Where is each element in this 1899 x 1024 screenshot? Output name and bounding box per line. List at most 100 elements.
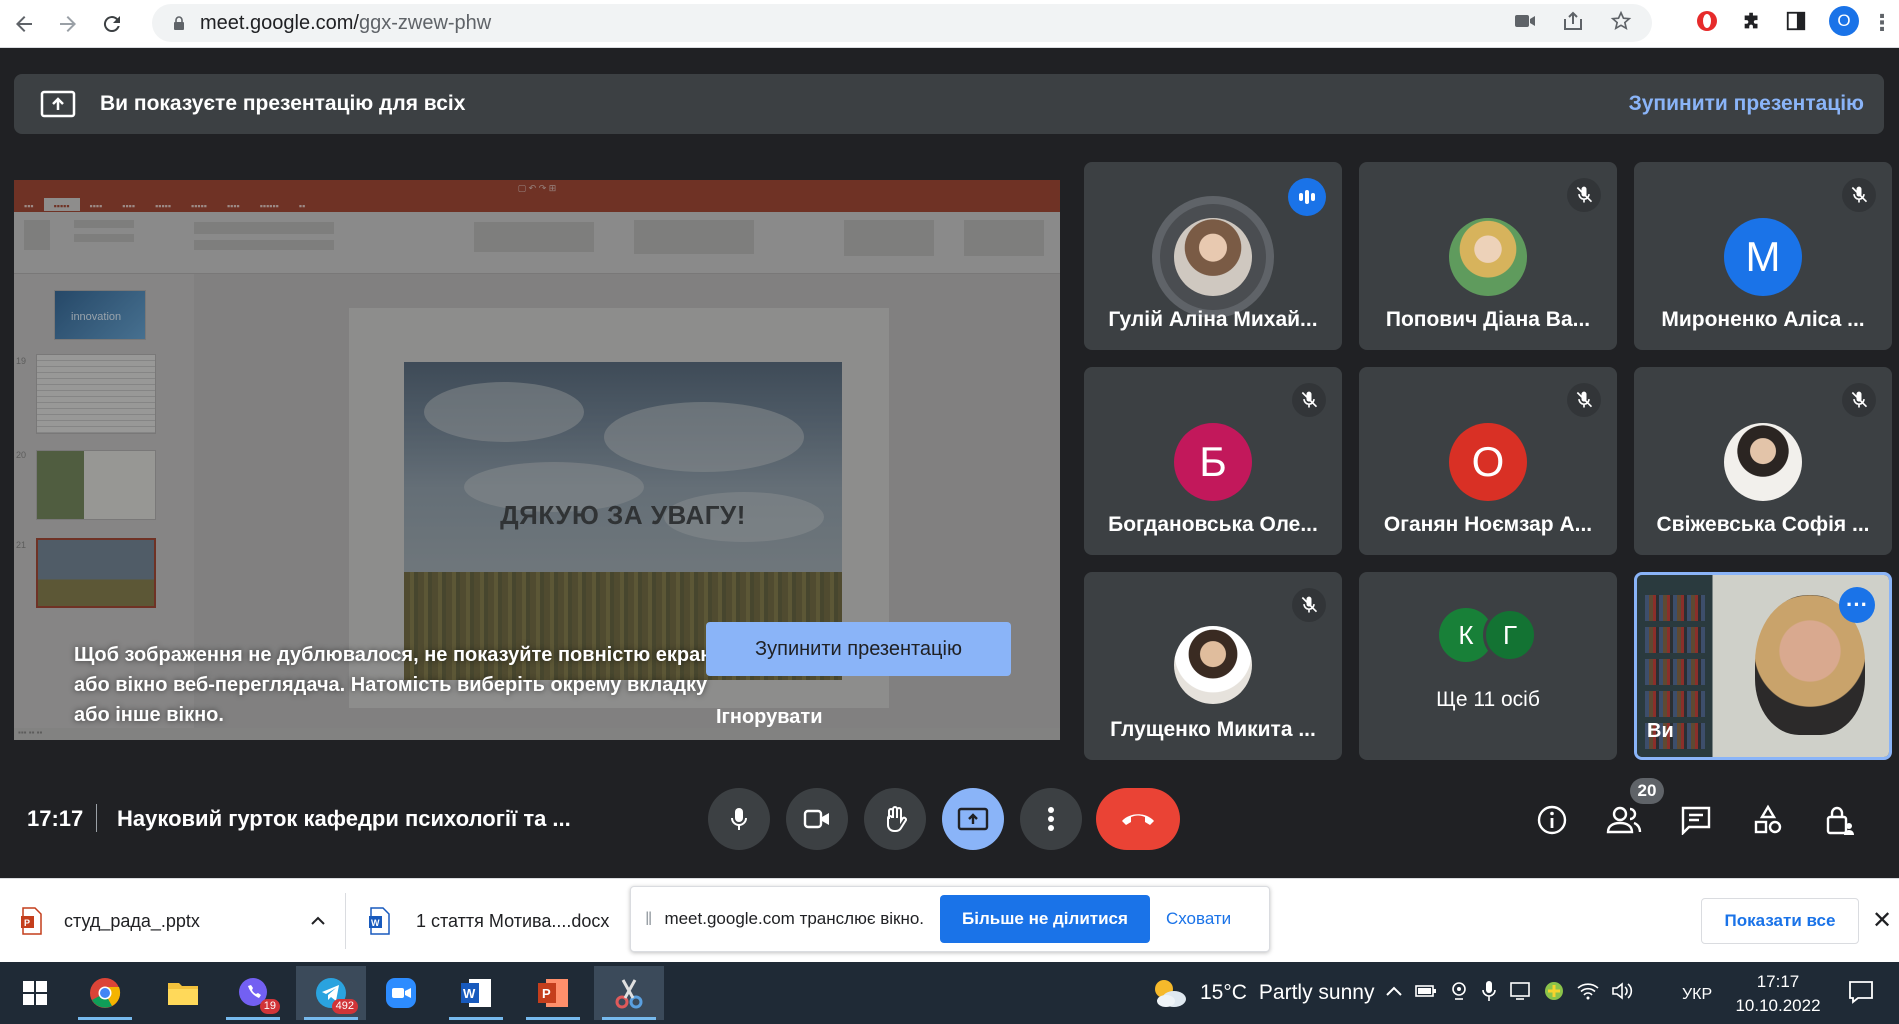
chat-button[interactable] [1676,800,1716,840]
drag-handle[interactable]: ‖ [645,909,652,930]
taskbar-snipping-tool[interactable] [594,966,664,1020]
puzzle-icon[interactable] [1741,10,1763,32]
side-panel-icon[interactable] [1785,10,1807,32]
chat-icon [1681,806,1711,835]
participant-name: Попович Діана Ва... [1385,308,1591,331]
participant-tile[interactable]: О Оганян Ноємзар А... [1359,367,1617,555]
taskbar-word[interactable]: W [441,966,511,1020]
forward-button[interactable] [48,4,88,44]
hide-notice-button[interactable]: Сховати [1166,909,1231,929]
self-label: Ви [1647,720,1674,742]
powerpoint-icon: P [538,979,568,1007]
taskbar-zoom[interactable] [366,966,436,1020]
zoom-icon [386,978,416,1008]
microphone-icon[interactable] [1481,980,1497,1002]
avatar: О [1449,423,1527,501]
participant-tile[interactable]: Б Богдановська Оле... [1084,367,1342,555]
activities-icon [1754,804,1782,834]
extensions-bar: O [1695,6,1859,36]
call-end-icon [1122,814,1154,825]
temperature: 15°C [1200,981,1247,1004]
start-button[interactable] [0,966,70,1020]
avatar [1724,423,1802,501]
taskbar-file-explorer[interactable] [148,966,218,1020]
back-button[interactable] [4,4,44,44]
taskbar-viber[interactable]: 19 [218,966,288,1020]
chevron-up-icon[interactable] [310,916,326,926]
raise-hand-button[interactable] [864,788,926,850]
participant-tile[interactable]: Попович Діана Ва... [1359,162,1617,350]
present-now-button[interactable] [942,788,1004,850]
volume-icon[interactable] [1611,981,1633,1001]
participant-count-badge: 20 [1630,778,1664,804]
notification-icon [1849,981,1873,1004]
webcam-icon[interactable] [1449,981,1469,1001]
others-tile[interactable]: К Г Ще 11 осіб [1359,572,1617,760]
reload-button[interactable] [92,4,132,44]
participant-name: Богдановська Оле... [1108,513,1318,536]
ignore-button[interactable]: Ігнорувати [716,706,823,729]
participant-tile[interactable]: Свіжевська Софія ... [1634,367,1892,555]
show-all-downloads-button[interactable]: Показати все [1701,898,1859,944]
mic-icon [731,808,747,830]
presenting-banner: Ви показуєте презентацію для всіх Зупини… [14,74,1884,134]
activities-button[interactable] [1748,800,1788,840]
weather-widget[interactable]: 15°C Partly sunny [1150,976,1374,1010]
host-controls-button[interactable] [1820,800,1860,840]
banner-stop-presenting-button[interactable]: Зупинити презентацію [1629,92,1864,116]
participant-tile[interactable]: Глущенко Микита ... [1084,572,1342,760]
input-language[interactable]: УКР [1682,986,1712,1004]
plus-badge-icon[interactable] [1543,980,1565,1002]
avatar: Г [1483,608,1537,662]
address-bar[interactable]: meet.google.com/ggx-zwew-phw [152,4,1652,42]
browser-menu-icon[interactable]: ⋮ [1871,10,1893,36]
meeting-details-button[interactable] [1532,800,1572,840]
download-item-pptx[interactable]: P студ_рада_.pptx [20,879,326,963]
snipping-tool-icon [615,979,643,1009]
avatar: М [1724,218,1802,296]
more-options-button[interactable] [1020,788,1082,850]
arrow-right-icon [60,15,76,32]
participant-tile[interactable]: Гулій Аліна Михай... [1084,162,1342,350]
partly-sunny-icon [1155,980,1186,1007]
share-icon[interactable] [1562,11,1584,31]
taskbar-telegram[interactable]: 492 [296,966,366,1020]
share-notice-text: meet.google.com транслює вікно. [664,909,925,928]
weather-text: Partly sunny [1258,981,1375,1004]
taskbar-clock[interactable]: 17:17 10.10.2022 [1730,970,1826,1018]
avatar: Б [1174,423,1252,501]
camera-icon[interactable] [1514,12,1536,30]
mic-off-icon [1842,178,1876,212]
present-screen-icon [957,807,989,831]
participant-tile[interactable]: М Мироненко Аліса ... [1634,162,1892,350]
mic-off-icon [1292,383,1326,417]
mic-off-icon [1567,178,1601,212]
display-icon[interactable] [1509,981,1531,1001]
participant-name: Гулій Аліна Михай... [1108,308,1318,331]
stop-presenting-button[interactable]: Зупинити презентацію [706,622,1011,676]
star-icon[interactable] [1610,10,1632,32]
people-button[interactable] [1604,800,1644,840]
lock-icon [174,16,184,30]
video-icon [803,809,829,829]
mic-button[interactable] [708,788,770,850]
profile-avatar[interactable]: O [1829,6,1859,36]
leave-call-button[interactable] [1096,788,1180,850]
taskbar-powerpoint[interactable]: P [518,966,588,1020]
more-options-icon[interactable]: ··· [1839,587,1875,623]
opera-icon[interactable] [1695,9,1719,33]
battery-icon[interactable] [1415,983,1437,999]
chevron-up-icon[interactable] [1385,985,1403,997]
avatar [1174,218,1252,296]
taskbar-chrome[interactable] [70,966,140,1020]
presentation-preview: ▢ ↶ ↷ ⊞ ▪▪▪ ▪▪▪▪▪ ▪▪▪▪ ▪▪▪▪ ▪▪▪▪▪ ▪▪▪▪▪ ▪▪▪▪ ▪▪… [14,180,1060,740]
download-item-docx[interactable]: W 1 стаття Мотива....docx [368,879,609,963]
wifi-icon[interactable] [1577,982,1599,1000]
self-tile[interactable]: ··· Ви [1634,572,1892,760]
word-icon: W [461,979,491,1007]
banner-message: Ви показуєте презентацію для всіх [100,92,466,115]
notifications-button[interactable] [1848,980,1874,1009]
stop-sharing-button[interactable]: Більше не ділитися [940,895,1150,943]
camera-button[interactable] [786,788,848,850]
close-download-shelf-icon[interactable]: ✕ [1872,906,1892,935]
